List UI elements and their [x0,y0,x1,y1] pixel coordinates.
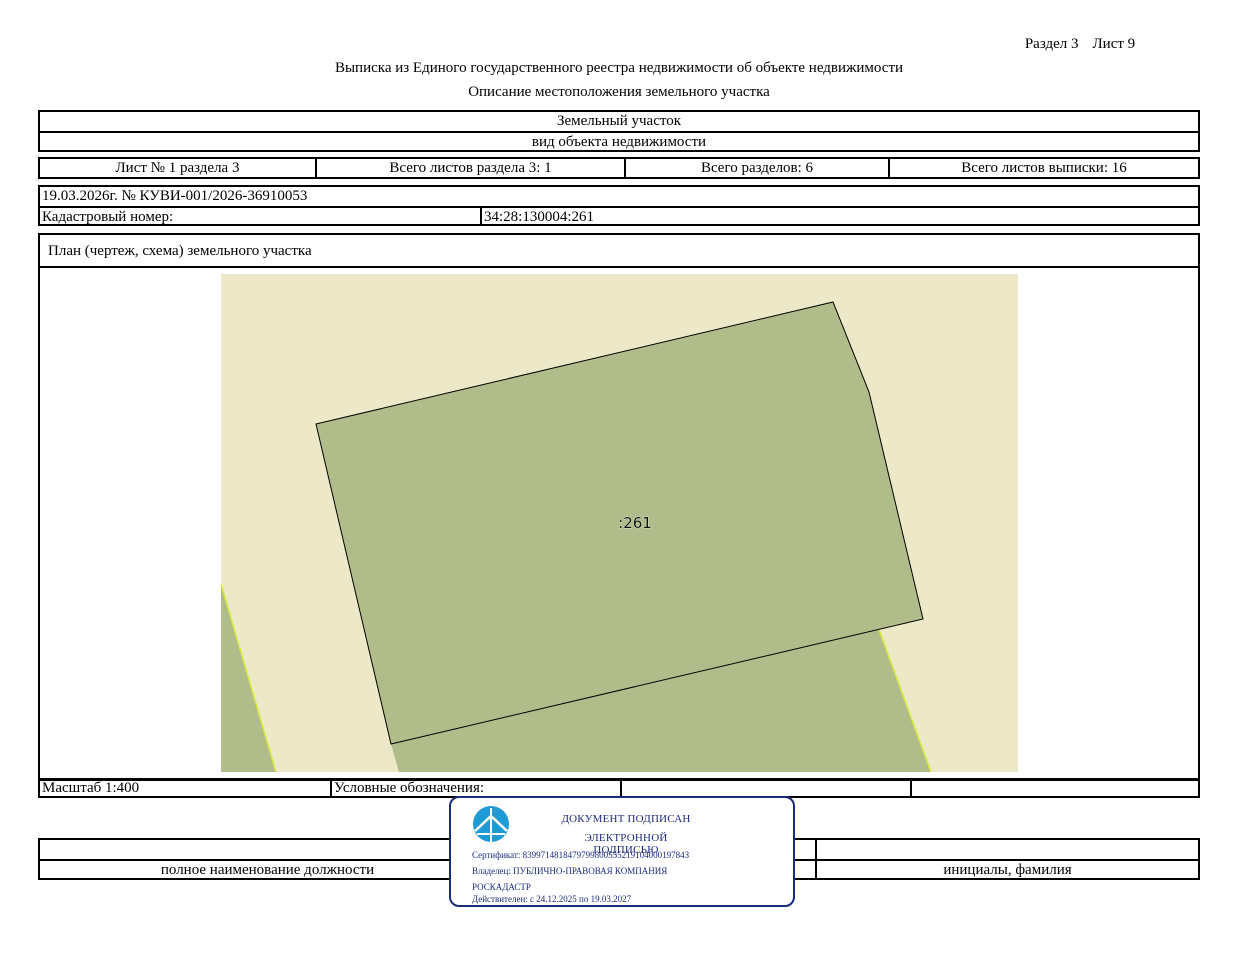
plan-title: План (чертеж, схема) земельного участка [48,243,312,259]
cadastral-number: 34:28:130004:261 [480,208,1198,226]
object-type-caption: вид объекта недвижимости [531,134,707,150]
legend-label: Условные обозначения: [330,781,620,796]
legend-cell-empty-1 [620,781,910,796]
stamp-owner: Владелец: ПУБЛИЧНО-ПРАВОВАЯ КОМПАНИЯ [472,866,668,876]
name-caption: инициалы, фамилия [815,861,1198,880]
parcel-map: :261 [221,274,1018,772]
sheet-number: Лист 9 [1092,36,1136,52]
stamp-valid: Действителен: с 24.12.2025 по 19.03.2027 [472,894,632,904]
signature-name-blank [815,840,1198,859]
total-section-sheets: Всего листов раздела 3: 1 [315,159,624,177]
roskadastr-logo-icon [473,806,509,842]
map-scale: Масштаб 1:400 [42,780,140,796]
section-number: Раздел 3 [1024,36,1079,52]
sheets-info-row: Лист № 1 раздела 3 Всего листов раздела … [38,157,1200,179]
parcel-label: :261 [618,514,652,532]
plan-divider [40,266,1198,268]
legend-cell-empty-2 [910,781,1198,796]
record-box: 19.03.2026г. № КУВИ-001/2026-36910053 Ка… [38,185,1200,226]
stamp-line1: ДОКУМЕНТ ПОДПИСАН [561,813,691,825]
page-number: Раздел 3 Лист 9 [1000,36,1160,53]
cadastral-label: Кадастровый номер: [42,208,174,225]
position-caption: полное наименование должности [160,862,375,878]
sheet-of-section: Лист № 1 раздела 3 [115,159,240,176]
object-type-box: Земельный участок вид объекта недвижимос… [38,110,1200,152]
stamp-owner-name: РОСКАДАСТР [472,882,531,892]
electronic-signature-stamp: ДОКУМЕНТ ПОДПИСАН ЭЛЕКТРОННОЙ ПОДПИСЬЮ С… [449,796,795,907]
total-sections: Всего разделов: 6 [624,159,888,177]
record-date-number: 19.03.2026г. № КУВИ-001/2026-36910053 [42,188,308,204]
total-extract-sheets: Всего листов выписки: 16 [888,159,1198,177]
document-title: Выписка из Единого государственного реес… [334,60,904,76]
object-type-value: Земельный участок [556,113,682,129]
document-subtitle: Описание местоположения земельного участ… [468,84,770,100]
stamp-certificate: Сертификат: 8399714818479799800555219104… [472,850,690,860]
